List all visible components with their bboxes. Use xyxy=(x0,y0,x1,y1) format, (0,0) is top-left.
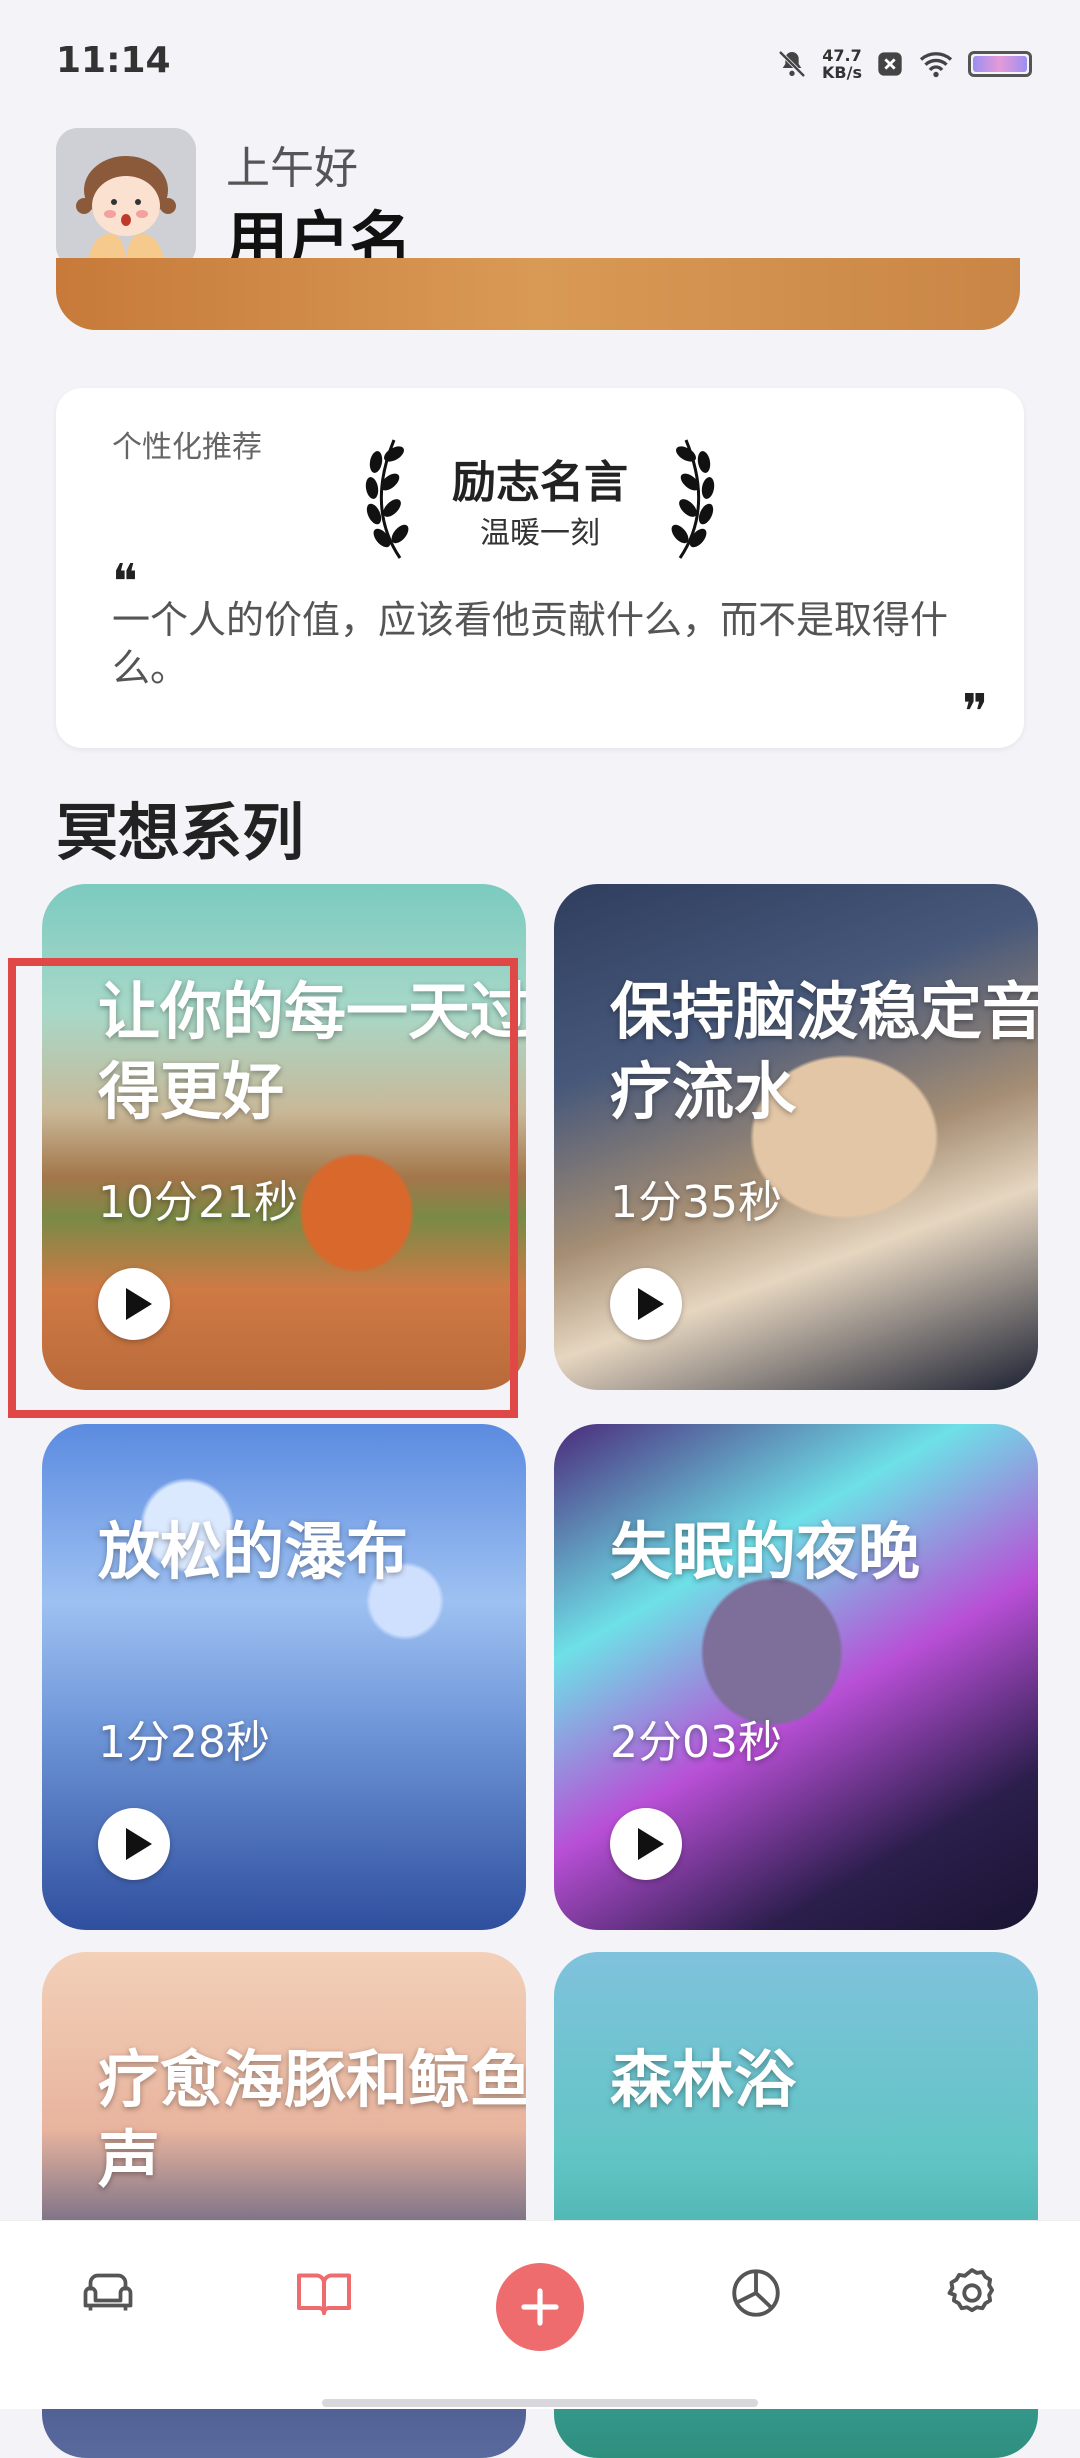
bottom-nav xyxy=(0,2220,1080,2409)
meditation-duration: 1分28秒 xyxy=(98,1717,270,1768)
status-bar: 11:14 47.7 KB/s xyxy=(0,0,1080,124)
laurel-emblem: 励志名言 温暖一刻 xyxy=(360,428,720,568)
meditation-title: 森林浴 xyxy=(610,2043,797,2116)
quote-subtitle: 温暖一刻 xyxy=(480,516,600,551)
book-icon xyxy=(297,2273,351,2315)
meditation-title: 放松的瀑布 xyxy=(98,1515,409,1588)
greeting: 上午好 xyxy=(226,143,358,194)
home-indicator[interactable] xyxy=(322,2399,758,2407)
add-button[interactable] xyxy=(496,2263,584,2351)
nav-home[interactable] xyxy=(72,2257,144,2329)
gear-icon xyxy=(947,2268,994,2313)
quote-kicker: 个性化推荐 xyxy=(112,430,262,465)
highlight-box xyxy=(8,958,518,1418)
play-icon[interactable] xyxy=(610,1268,682,1340)
section-title: 冥想系列 xyxy=(56,796,305,869)
meditation-card[interactable]: 保持脑波稳定音疗流水 1分35秒 xyxy=(554,884,1038,1390)
status-time: 11:14 xyxy=(56,40,171,81)
nav-stats[interactable] xyxy=(720,2257,792,2329)
play-icon[interactable] xyxy=(610,1808,682,1880)
mute-bell-icon xyxy=(778,50,806,78)
meditation-duration: 1分35秒 xyxy=(610,1177,782,1228)
banner-carousel[interactable] xyxy=(56,258,1020,330)
meditation-card[interactable]: 失眠的夜晚 2分03秒 xyxy=(554,1424,1038,1930)
sofa-icon xyxy=(83,2273,133,2311)
net-speed: 47.7 KB/s xyxy=(822,46,862,82)
add-icon xyxy=(521,2288,559,2326)
meditation-duration: 2分03秒 xyxy=(610,1717,782,1768)
quote-text: 一个人的价值，应该看他贡献什么，而不是取得什么。 xyxy=(112,598,949,690)
quote-card[interactable]: 个性化推荐 励志名言 温暖一刻 ❝ 一个人的价值，应该看他贡献什么，而不是取得什… xyxy=(56,388,1024,748)
play-icon[interactable] xyxy=(98,1808,170,1880)
avatar[interactable] xyxy=(56,128,196,268)
close-quote-icon: ❞ xyxy=(962,684,988,740)
quote-title: 励志名言 xyxy=(452,457,628,508)
pie-chart-icon xyxy=(732,2269,780,2317)
nav-settings[interactable] xyxy=(936,2257,1008,2329)
nav-library[interactable] xyxy=(288,2257,360,2329)
status-icons: 47.7 KB/s xyxy=(776,40,1032,88)
battery-icon xyxy=(968,51,1032,77)
meditation-card[interactable]: 放松的瀑布 1分28秒 xyxy=(42,1424,526,1930)
meditation-title: 保持脑波稳定音疗流水 xyxy=(610,975,1038,1128)
close-notification-icon xyxy=(878,52,902,76)
meditation-title: 失眠的夜晚 xyxy=(610,1515,921,1588)
wifi-icon xyxy=(919,52,953,78)
meditation-title: 疗愈海豚和鲸鱼声 xyxy=(98,2043,526,2196)
